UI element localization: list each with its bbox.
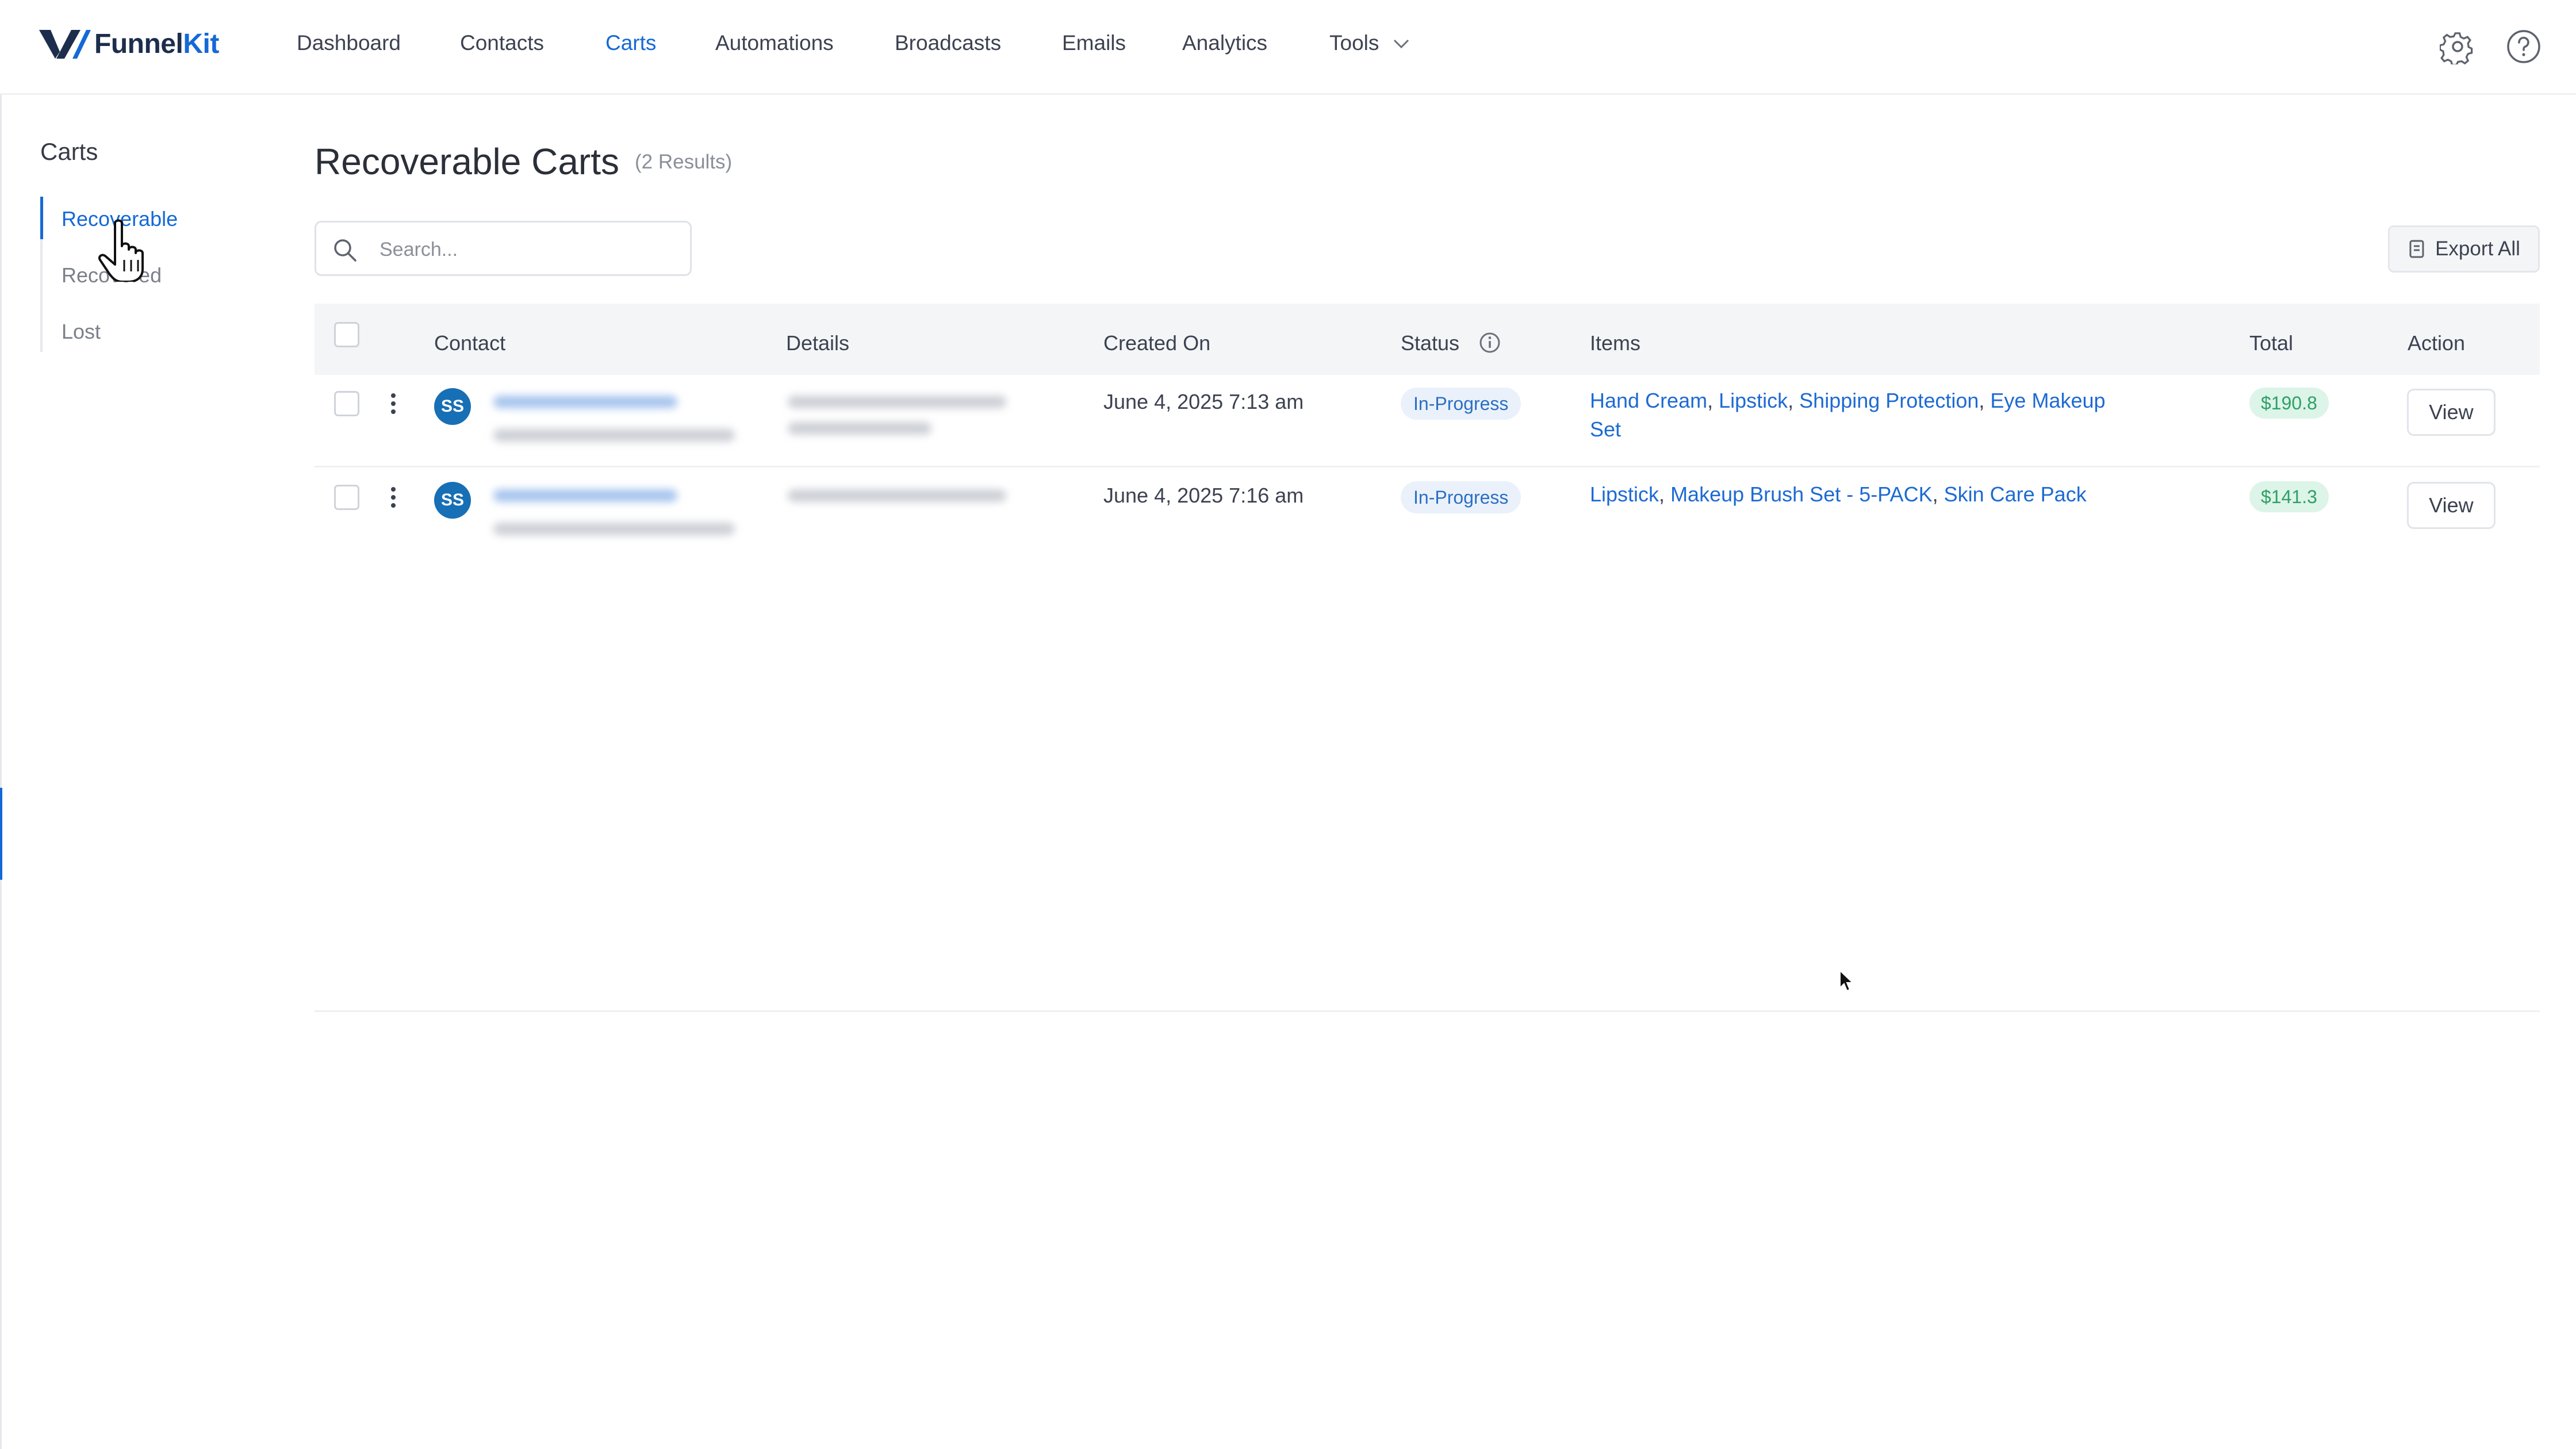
funnelkit-wordmark: FunnelKit [94, 28, 219, 59]
arrow-cursor-icon [1839, 969, 1854, 992]
contact-name-redacted[interactable] [493, 396, 677, 408]
table-footer-divider [315, 1010, 2540, 1012]
details-phone-redacted [788, 422, 931, 435]
status-badge: In-Progress [1401, 481, 1521, 513]
table-header: Contact Details Created On Status Items … [315, 304, 2540, 375]
column-header-details: Details [786, 331, 850, 355]
cart-item-link[interactable]: Shipping Protection [1799, 389, 1979, 412]
row-divider [315, 466, 2540, 467]
row-menu-icon[interactable] [391, 487, 397, 511]
row-checkbox[interactable] [334, 485, 359, 510]
sidebar-title: Carts [40, 138, 98, 165]
contact-meta-redacted [493, 429, 735, 442]
window-left-accent [0, 788, 2, 880]
nav-automations[interactable]: Automations [715, 31, 834, 55]
nav-dashboard[interactable]: Dashboard [297, 31, 401, 55]
sidebar-active-indicator [40, 197, 43, 239]
row-checkbox[interactable] [334, 391, 359, 416]
avatar: SS [434, 388, 471, 425]
view-button[interactable]: View [2407, 482, 2496, 529]
avatar: SS [434, 482, 471, 519]
column-header-status: Status [1401, 331, 1460, 355]
search-icon [334, 239, 356, 262]
details-email-redacted [788, 489, 1006, 502]
row-menu-icon[interactable] [391, 393, 397, 417]
view-button[interactable]: View [2407, 389, 2496, 436]
cart-total-badge: $190.8 [2249, 388, 2329, 419]
details-email-redacted [788, 396, 1006, 408]
cart-item-link[interactable]: Makeup Brush Set - 5-PACK [1670, 482, 1933, 506]
cart-items-list: Hand Cream, Lipstick, Shipping Protectio… [1590, 389, 2106, 441]
export-all-label: Export All [2435, 237, 2520, 260]
cart-item-link[interactable]: Lipstick [1590, 482, 1659, 506]
column-header-action: Action [2408, 331, 2466, 355]
select-all-checkbox[interactable] [334, 322, 359, 347]
column-header-contact[interactable]: Contact [434, 331, 505, 355]
nav-carts[interactable]: Carts [605, 31, 656, 55]
contact-meta-redacted [493, 523, 735, 535]
column-header-total: Total [2249, 331, 2294, 355]
funnelkit-logo-icon [39, 30, 91, 59]
search-field[interactable] [315, 221, 692, 276]
nav-analytics[interactable]: Analytics [1182, 31, 1267, 55]
sidebar-item-lost[interactable]: Lost [62, 320, 101, 344]
cart-item-link[interactable]: Skin Care Pack [1944, 482, 2087, 506]
info-icon[interactable] [1478, 331, 1501, 354]
results-count: (2 Results) [635, 151, 733, 173]
contact-name-redacted[interactable] [493, 489, 677, 502]
status-badge: In-Progress [1401, 388, 1521, 420]
window-left-border [0, 93, 2, 1449]
nav-broadcasts[interactable]: Broadcasts [895, 31, 1001, 55]
funnelkit-logo[interactable]: FunnelKit [39, 26, 219, 61]
cart-item-link[interactable]: Hand Cream [1590, 389, 1707, 412]
export-all-button[interactable]: Export All [2388, 225, 2540, 273]
created-on-value: June 4, 2025 7:16 am [1103, 484, 1304, 507]
column-header-items: Items [1590, 331, 1641, 355]
nav-tools[interactable]: Tools [1329, 31, 1379, 55]
column-header-created-on[interactable]: Created On [1103, 331, 1210, 355]
created-on-value: June 4, 2025 7:13 am [1103, 390, 1304, 413]
help-icon[interactable] [2506, 29, 2542, 64]
hand-pointer-cursor-icon [98, 219, 144, 282]
nav-emails[interactable]: Emails [1062, 31, 1126, 55]
cart-total-badge: $141.3 [2249, 481, 2329, 512]
nav-contacts[interactable]: Contacts [460, 31, 544, 55]
page-title: Recoverable Carts [315, 141, 619, 182]
search-input[interactable] [378, 233, 680, 266]
cart-items-list: Lipstick, Makeup Brush Set - 5-PACK, Ski… [1590, 482, 2087, 506]
top-navigation-bar: FunnelKit Dashboard Contacts Carts Autom… [0, 0, 2576, 95]
chevron-down-icon[interactable] [1393, 38, 1410, 49]
gear-icon[interactable] [2440, 29, 2475, 64]
export-icon [2409, 240, 2424, 258]
cart-item-link[interactable]: Lipstick [1719, 389, 1788, 412]
